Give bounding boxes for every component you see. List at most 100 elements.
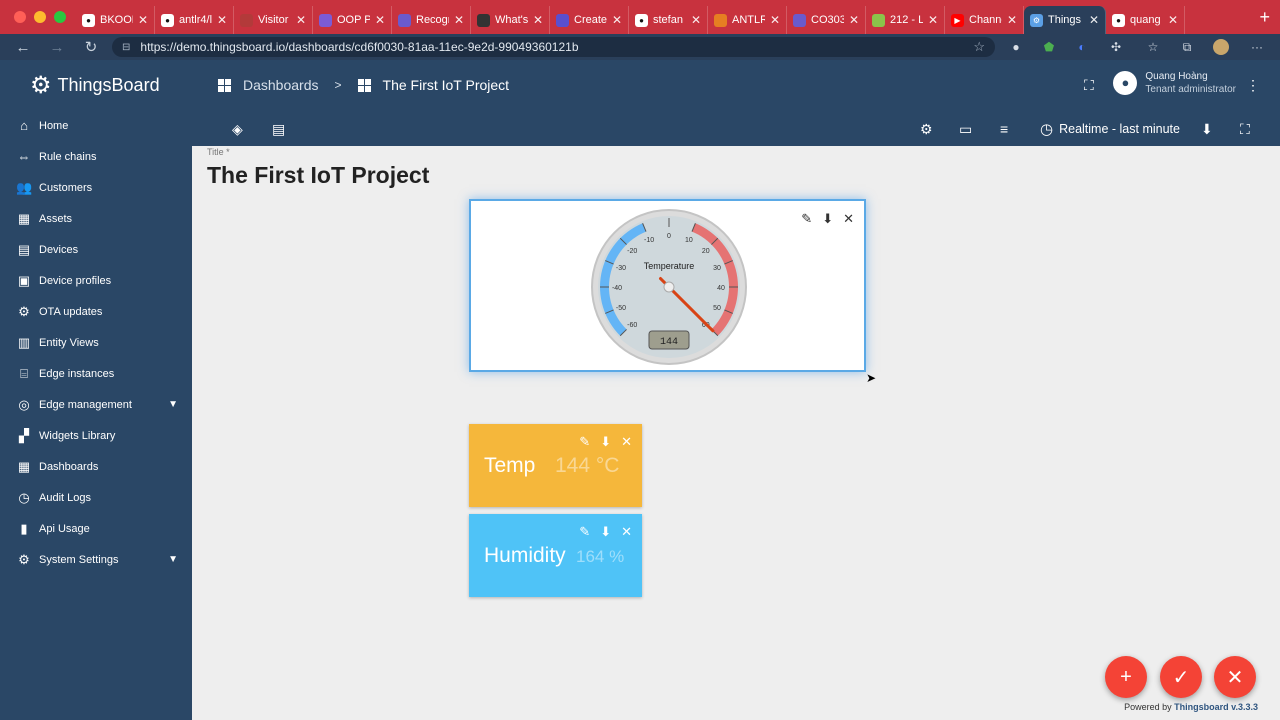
- rule-chain-icon: ⇔: [17, 149, 31, 164]
- favorites-icon[interactable]: ☆: [1141, 34, 1165, 60]
- browser-tab[interactable]: Create ✕: [550, 6, 629, 34]
- browser-tab[interactable]: Recogn ✕: [392, 6, 471, 34]
- tab-title: quang: [1130, 14, 1161, 26]
- temperature-gauge-widget[interactable]: ✎ ⬇ ✕ -60-50-40-30-20-100102030405060Tem…: [469, 199, 866, 372]
- apply-changes-button[interactable]: ✓: [1160, 656, 1202, 698]
- page-icon: [240, 13, 253, 27]
- sidebar-item-device-profiles[interactable]: ▣ Device profiles: [0, 265, 192, 296]
- extensions-icon[interactable]: ✣: [1104, 34, 1128, 60]
- layers-icon[interactable]: ◈: [232, 121, 243, 138]
- browser-tab[interactable]: CO303 ✕: [787, 6, 866, 34]
- close-tab-icon[interactable]: ✕: [849, 13, 859, 27]
- browser-tab[interactable]: ● antlr4/l ✕: [155, 6, 234, 34]
- sidebar-item-edge-instances[interactable]: ⌸ Edge instances: [0, 358, 192, 389]
- user-menu[interactable]: ● Quang Hoàng Tenant administrator: [1113, 70, 1236, 95]
- close-tab-icon[interactable]: ✕: [217, 13, 227, 27]
- humidity-card-widget[interactable]: ✎ ⬇ ✕ Humidity 164 %: [469, 514, 642, 597]
- contrast-extension-icon[interactable]: ◐: [1070, 34, 1094, 60]
- edit-icon[interactable]: ✎: [579, 434, 590, 450]
- close-tab-icon[interactable]: ✕: [138, 13, 148, 27]
- close-icon[interactable]: ✕: [843, 211, 854, 227]
- close-tab-icon[interactable]: ✕: [612, 13, 622, 27]
- browser-tab[interactable]: Visitor ✕: [234, 6, 313, 34]
- fullscreen-dashboard-icon[interactable]: ⛶: [1240, 121, 1250, 138]
- sidebar-item-home[interactable]: ⌂ Home: [0, 110, 192, 141]
- bookmark-icon[interactable]: ☆: [973, 39, 985, 55]
- close-tab-icon[interactable]: ✕: [928, 13, 938, 27]
- browser-tab[interactable]: ▶ Channe ✕: [945, 6, 1024, 34]
- dashboards-icon: ▦: [17, 458, 31, 474]
- download-icon[interactable]: ⬇: [600, 524, 611, 540]
- fullscreen-icon[interactable]: ⛶: [1084, 77, 1094, 94]
- sidebar-item-ota-updates[interactable]: ⚙ OTA updates: [0, 296, 192, 327]
- temp-card-widget[interactable]: ✎ ⬇ ✕ Temp 144 °C: [469, 424, 642, 507]
- sidebar-item-dashboards[interactable]: ▦ Dashboards: [0, 451, 192, 482]
- download-icon[interactable]: ⬇: [1201, 121, 1213, 138]
- browser-menu-icon[interactable]: ···: [1245, 34, 1269, 60]
- maximize-window-button[interactable]: [54, 11, 66, 23]
- powered-brand-link[interactable]: Thingsboard v.3.3.3: [1174, 702, 1258, 712]
- browser-tab[interactable]: ANTLR ✕: [708, 6, 787, 34]
- close-tab-icon[interactable]: ✕: [770, 13, 780, 27]
- close-tab-icon[interactable]: ✕: [375, 13, 385, 27]
- close-tab-icon[interactable]: ✕: [691, 13, 701, 27]
- sidebar-item-customers[interactable]: 👥 Customers: [0, 172, 192, 203]
- close-tab-icon[interactable]: ✕: [296, 13, 306, 27]
- browser-tab[interactable]: ⚙ Things ✕: [1024, 6, 1106, 34]
- address-bar[interactable]: ⊟ https://demo.thingsboard.io/dashboards…: [112, 37, 995, 57]
- timewindow-button[interactable]: ◷ Realtime - last minute: [1040, 120, 1180, 138]
- site-info-icon[interactable]: ⊟: [122, 42, 130, 53]
- collections-icon[interactable]: ⧉: [1175, 34, 1199, 60]
- sidebar-item-api-usage[interactable]: ▮ Api Usage: [0, 513, 192, 544]
- sidebar-item-assets[interactable]: ▦ Assets: [0, 203, 192, 234]
- more-vert-icon[interactable]: ⋮: [1246, 77, 1260, 94]
- browser-tab[interactable]: What's ✕: [471, 6, 550, 34]
- sidebar-item-edge-management[interactable]: ◎ Edge management ▼: [0, 389, 192, 420]
- layout-icon[interactable]: ▭: [959, 121, 972, 138]
- close-tab-icon[interactable]: ✕: [533, 13, 543, 27]
- browser-tab[interactable]: OOP Pr ✕: [313, 6, 392, 34]
- sidebar-item-system-settings[interactable]: ⚙ System Settings ▼: [0, 544, 192, 575]
- add-widget-button[interactable]: +: [1105, 656, 1147, 698]
- minimize-window-button[interactable]: [34, 11, 46, 23]
- filter-icon[interactable]: ≡: [1000, 121, 1008, 137]
- new-tab-button[interactable]: +: [1249, 7, 1280, 28]
- browser-tab[interactable]: ● BKOOL ✕: [76, 6, 155, 34]
- download-icon[interactable]: ⬇: [822, 211, 833, 227]
- sidebar-item-rule-chains[interactable]: ⇔ Rule chains: [0, 141, 192, 172]
- back-icon[interactable]: ←: [6, 39, 40, 56]
- close-tab-icon[interactable]: ✕: [1168, 13, 1178, 27]
- edit-icon[interactable]: ✎: [801, 211, 812, 227]
- sidebar-item-widgets-library[interactable]: ▞ Widgets Library: [0, 420, 192, 451]
- profile-avatar[interactable]: [1209, 34, 1233, 60]
- breadcrumb-dashboards[interactable]: Dashboards: [243, 77, 319, 93]
- temp-label: Temp: [484, 454, 536, 477]
- sidebar-item-label: Api Usage: [39, 522, 90, 535]
- sidebar-item-devices[interactable]: ▤ Devices: [0, 234, 192, 265]
- brand-logo[interactable]: ⚙ ThingsBoard: [0, 60, 192, 110]
- close-tab-icon[interactable]: ✕: [1007, 13, 1017, 27]
- powered-prefix: Powered by: [1124, 702, 1172, 712]
- browser-tab[interactable]: 212 - L ✕: [866, 6, 945, 34]
- sidebar-item-entity-views[interactable]: ▥ Entity Views: [0, 327, 192, 358]
- decline-changes-button[interactable]: ✕: [1214, 656, 1256, 698]
- forward-icon[interactable]: →: [40, 39, 74, 56]
- search-extension-icon[interactable]: ●: [1004, 34, 1028, 60]
- reload-icon[interactable]: ↻: [74, 38, 108, 56]
- chevron-down-icon[interactable]: ▼: [168, 399, 178, 410]
- shield-extension-icon[interactable]: ⬟: [1037, 34, 1061, 60]
- browser-tab[interactable]: ● stefan ✕: [629, 6, 708, 34]
- chevron-down-icon[interactable]: ▼: [168, 554, 178, 565]
- close-tab-icon[interactable]: ✕: [454, 13, 464, 27]
- close-tab-icon[interactable]: ✕: [1089, 13, 1099, 27]
- close-window-button[interactable]: [14, 11, 26, 23]
- states-icon[interactable]: ▤: [272, 121, 285, 138]
- settings-icon[interactable]: ⚙: [920, 121, 933, 138]
- download-icon[interactable]: ⬇: [600, 434, 611, 450]
- dashboard-title-input[interactable]: The First IoT Project: [207, 162, 429, 189]
- browser-tab[interactable]: ● quang ✕: [1106, 6, 1185, 34]
- edit-icon[interactable]: ✎: [579, 524, 590, 540]
- close-icon[interactable]: ✕: [621, 434, 632, 450]
- sidebar-item-audit-logs[interactable]: ◷ Audit Logs: [0, 482, 192, 513]
- close-icon[interactable]: ✕: [621, 524, 632, 540]
